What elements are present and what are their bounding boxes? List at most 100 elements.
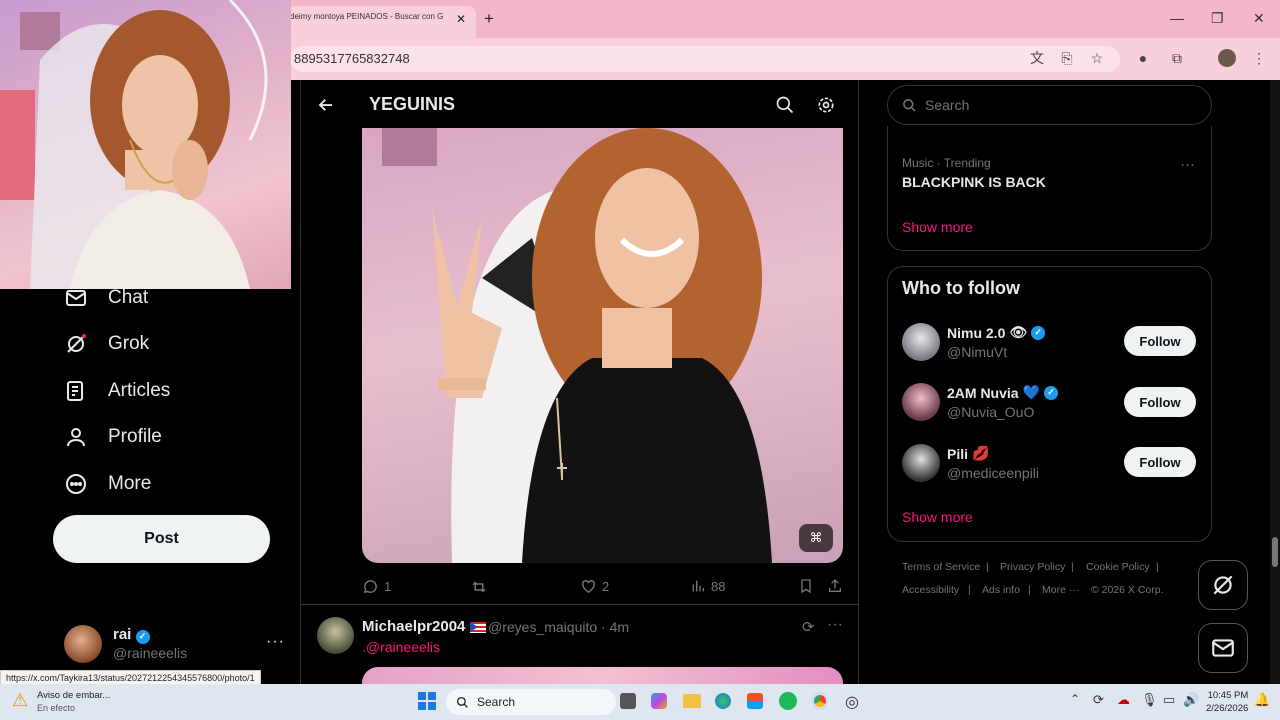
photo-tag-icon[interactable]: ⌘ (799, 524, 833, 552)
trend-more-icon[interactable]: ··· (1180, 156, 1195, 173)
clock-date: 2/26/2026 (1206, 703, 1249, 714)
suggestion-handle: @mediceenpili (947, 465, 1040, 481)
volume-icon[interactable]: 🔊 (1183, 692, 1199, 708)
account-name-text: rai (113, 626, 132, 643)
grok-icon (67, 334, 86, 353)
taskbar-search[interactable]: Search (446, 689, 616, 715)
back-arrow-icon[interactable] (317, 96, 335, 119)
spotify-icon[interactable] (779, 692, 797, 710)
suggestion-name-text: Nimu 2.0 (947, 324, 1006, 341)
account-avatar[interactable] (64, 625, 102, 663)
post-button[interactable]: Post (53, 515, 270, 563)
reply-avatar[interactable] (317, 617, 354, 654)
footer-privacy-link[interactable]: Privacy Policy (1000, 561, 1065, 573)
who-to-follow-title: Who to follow (902, 278, 1020, 298)
browser-tab[interactable]: deimy montoya PEINADOS - Buscar con G ✕ (280, 6, 476, 38)
reply-author-name[interactable]: Michaelpr2004 (362, 618, 486, 635)
envelope-icon (1212, 639, 1234, 657)
bookmark-star-icon[interactable]: ☆ (1088, 49, 1106, 67)
store-icon[interactable] (747, 693, 763, 709)
tray-expand-icon[interactable]: ⌃ (1070, 692, 1080, 706)
tray-app-icon[interactable]: ☁ (1117, 692, 1130, 708)
install-icon[interactable]: ⎘ (1058, 49, 1076, 67)
repost-button[interactable] (470, 578, 493, 596)
reply-text[interactable]: .@raineeelis (362, 639, 440, 655)
grok-explain-icon[interactable]: ⟳ (802, 618, 815, 636)
browser-menu-icon[interactable]: ⋮ (1250, 49, 1268, 67)
address-bar[interactable]: 8895317765832748 (290, 46, 1120, 72)
who-to-follow-show-more-link[interactable]: Show more (902, 509, 973, 525)
task-view-icon[interactable] (620, 693, 636, 709)
grok-fab-button[interactable] (1198, 560, 1248, 610)
close-window-icon[interactable]: ✕ (1253, 10, 1265, 27)
footer-ads-link[interactable]: Ads info (982, 584, 1020, 596)
tray-sync-icon[interactable]: ⟳ (1093, 692, 1104, 708)
follow-button[interactable]: Follow (1124, 326, 1196, 356)
suggestion-avatar[interactable] (902, 323, 940, 361)
notifications-icon[interactable]: 🔔 (1254, 692, 1270, 708)
notice-title[interactable]: Aviso de embar... (37, 690, 110, 701)
nav-item-articles[interactable]: Articles (64, 373, 170, 409)
suggestion-name[interactable]: Nimu 2.0 👁 ✓ (947, 324, 1046, 341)
follow-button[interactable]: Follow (1124, 387, 1196, 417)
copilot-icon[interactable] (651, 693, 667, 709)
suggestion-avatar[interactable] (902, 444, 940, 482)
obs-icon[interactable]: ◎ (845, 692, 859, 712)
translate-icon[interactable]: 文 (1028, 49, 1046, 67)
suggestion-name-text: 2AM Nuvia (947, 384, 1019, 401)
edge-icon[interactable] (715, 693, 731, 709)
profile-avatar-icon[interactable] (1218, 49, 1236, 67)
reply-button[interactable]: 1 (362, 578, 391, 595)
search-icon[interactable] (775, 95, 795, 120)
tweet-photo[interactable]: ⌘ (362, 128, 843, 563)
microphone-icon[interactable]: 🎙 (1141, 692, 1158, 708)
taskbar-clock[interactable]: 10:45 PM 2/26/2026 (1206, 689, 1248, 715)
views-button[interactable]: 88 (690, 578, 725, 594)
footer-cookie-link[interactable]: Cookie Policy (1086, 561, 1150, 573)
verified-badge-icon: ✓ (1044, 385, 1059, 400)
minimize-icon[interactable]: — (1170, 10, 1184, 26)
puerto-rico-flag-icon (469, 621, 486, 633)
chrome-icon[interactable] (811, 692, 829, 710)
warning-icon[interactable]: ⚠ (12, 690, 28, 711)
footer-accessibility-link[interactable]: Accessibility (902, 584, 959, 596)
scrollbar-thumb[interactable] (1272, 537, 1278, 567)
settings-gear-icon[interactable] (816, 95, 836, 120)
reply-more-icon[interactable]: ··· (827, 616, 843, 634)
bookmark-icon[interactable] (798, 578, 814, 594)
search-icon (903, 98, 916, 112)
network-icon[interactable]: ▭ (1163, 692, 1175, 708)
nav-item-grok[interactable]: Grok (64, 326, 149, 362)
file-explorer-icon[interactable] (683, 694, 701, 708)
trends-show-more-link[interactable]: Show more (902, 219, 973, 235)
footer-terms-link[interactable]: Terms of Service (902, 561, 980, 573)
share-icon[interactable] (827, 578, 843, 594)
blue-heart-icon: 💙 (1022, 384, 1041, 400)
extension-color-icon[interactable]: ● (1134, 49, 1152, 67)
maximize-icon[interactable]: ❐ (1211, 10, 1224, 27)
extensions-icon[interactable]: ⧉ (1168, 49, 1186, 67)
nav-item-more[interactable]: More (64, 466, 151, 502)
footer-more-link[interactable]: More ··· (1042, 584, 1079, 596)
account-name[interactable]: rai ✓ (113, 626, 150, 644)
search-input[interactable]: Search (887, 85, 1212, 125)
account-more-icon[interactable]: ··· (266, 633, 285, 651)
messages-fab-button[interactable] (1198, 623, 1248, 673)
suggestion-avatar[interactable] (902, 383, 940, 421)
scrollbar[interactable] (1270, 80, 1280, 684)
trend-title[interactable]: BLACKPINK IS BACK (902, 174, 1046, 190)
new-tab-icon[interactable]: + (484, 9, 494, 29)
follow-button[interactable]: Follow (1124, 447, 1196, 477)
webcam-overlay (0, 0, 291, 289)
like-button[interactable]: 2 (580, 578, 609, 595)
views-count: 88 (711, 578, 726, 594)
suggestion-name[interactable]: Pili 💋 (947, 445, 989, 462)
suggestion-name-text: Pili (947, 445, 969, 462)
nav-item-profile[interactable]: Profile (64, 419, 162, 455)
close-tab-icon[interactable]: ✕ (456, 12, 466, 26)
windows-start-icon[interactable] (418, 692, 436, 710)
nav-item-label: Articles (108, 380, 171, 401)
envelope-icon (66, 290, 86, 306)
streamer-webcam-image (0, 0, 268, 289)
suggestion-name[interactable]: 2AM Nuvia 💙 ✓ (947, 384, 1059, 401)
